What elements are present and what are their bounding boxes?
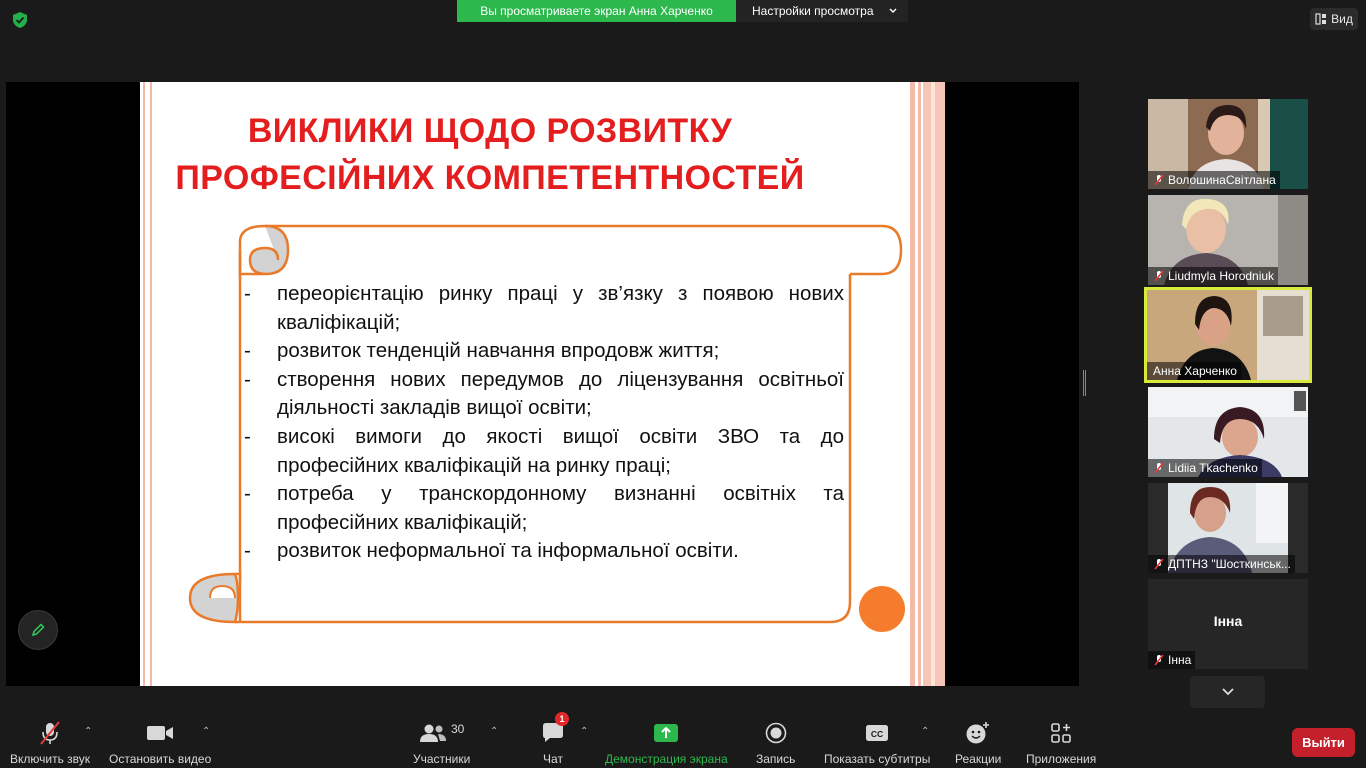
record-label: Запись — [756, 752, 796, 766]
record-button[interactable]: Запись — [756, 720, 795, 766]
video-options-caret-icon[interactable]: ⌃ — [202, 726, 210, 737]
panel-resize-handle[interactable] — [1083, 370, 1086, 396]
chevron-down-icon — [1221, 688, 1234, 696]
presentation-slide: ВИКЛИКИ ЩОДО РОЗВИТКУ ПРОФЕСІЙНИХ КОМПЕТ… — [140, 82, 945, 686]
view-options-label: Настройки просмотра — [752, 4, 874, 18]
slide-title-line2: ПРОФЕСІЙНИХ КОМПЕТЕНТНОСТЕЙ — [175, 159, 805, 197]
apps-button[interactable]: Приложения — [1026, 720, 1096, 766]
reactions-smiley-icon — [966, 722, 990, 744]
apps-label: Приложения — [1026, 752, 1097, 766]
mic-muted-icon — [1154, 174, 1164, 186]
participants-count: 30 — [450, 722, 465, 736]
mic-muted-icon — [40, 721, 60, 745]
participant-caption: ДПТНЗ "Шосткинськ... — [1148, 555, 1295, 573]
participant-name: Інна — [1168, 653, 1192, 667]
grid-view-icon — [1315, 13, 1327, 25]
bullet-text: переорієнтацію ринку праці у зв’язку з п… — [277, 282, 844, 334]
participant-caption: Liudmyla Horodniuk — [1148, 267, 1279, 285]
participant-caption: Lidiia Tkachenko — [1148, 459, 1262, 477]
participant-name: ДПТНЗ "Шосткинськ... — [1168, 557, 1291, 571]
video-camera-icon — [147, 726, 174, 740]
chat-options-caret-icon[interactable]: ⌃ — [580, 726, 588, 737]
bullet-text: розвиток неформальної та інформальної ос… — [277, 539, 739, 563]
participant-display-name: Інна — [1213, 613, 1243, 629]
list-item: - переорієнтацію ринку праці у зв’язку з… — [244, 280, 844, 337]
stop-video-button[interactable]: Остановить видео — [109, 720, 211, 766]
slide-title-line1: ВИКЛИКИ ЩОДО РОЗВИТКУ — [247, 112, 733, 150]
video-tile-no-video[interactable]: Інна Інна — [1148, 579, 1308, 669]
participant-caption: ВолошинаСвітлана — [1148, 171, 1280, 189]
video-tile[interactable]: ДПТНЗ "Шосткинськ... — [1148, 483, 1308, 573]
participant-name: Liudmyla Horodniuk — [1168, 269, 1275, 283]
bullet-text: високі вимоги до якості вищої освіти ЗВО… — [277, 424, 844, 477]
pencil-icon — [31, 623, 45, 637]
participants-label: Участники — [413, 752, 471, 766]
top-bar: Вы просматриваете экран Анна Харченко На… — [0, 0, 1366, 40]
reactions-label: Реакции — [955, 752, 1002, 766]
bullet-text: потреба у транскордонному визнанні освіт… — [277, 482, 844, 534]
chat-unread-badge: 1 — [555, 712, 569, 726]
record-icon — [765, 722, 786, 744]
bullet-text: створення нових передумов до ліцензуванн… — [277, 367, 844, 420]
chat-button[interactable]: 1 Чат — [541, 712, 569, 766]
bullet-text: розвиток тенденцій навчання впродовж жит… — [277, 339, 720, 363]
captions-options-caret-icon[interactable]: ⌃ — [921, 726, 929, 737]
list-item: - створення нових передумов до ліцензува… — [244, 366, 844, 423]
closed-captions-icon: CC — [866, 725, 889, 741]
slide-bullet-list: - переорієнтацію ринку праці у зв’язку з… — [244, 280, 844, 566]
participant-name: ВолошинаСвітлана — [1168, 173, 1276, 187]
participant-caption: Інна — [1148, 651, 1196, 669]
slide-title: ВИКЛИКИ ЩОДО РОЗВИТКУ ПРОФЕСІЙНИХ КОМПЕТ… — [140, 108, 840, 202]
unmute-button[interactable]: Включить звук — [10, 720, 90, 766]
video-tile[interactable]: Lidiia Tkachenko — [1148, 387, 1308, 477]
share-screen-icon — [654, 724, 679, 742]
view-options-dropdown[interactable]: Настройки просмотра — [736, 0, 908, 22]
list-item: - високі вимоги до якості вищої освіти З… — [244, 423, 844, 480]
participants-button[interactable]: 30 Участники — [413, 720, 470, 766]
video-tile-active-speaker[interactable]: Анна Харченко — [1144, 287, 1312, 383]
unmute-label: Включить звук — [10, 752, 91, 766]
participant-name: Анна Харченко — [1153, 364, 1237, 378]
security-shield-icon[interactable] — [11, 11, 29, 29]
stop-video-label: Остановить видео — [109, 752, 212, 766]
shared-screen-area: ВИКЛИКИ ЩОДО РОЗВИТКУ ПРОФЕСІЙНИХ КОМПЕТ… — [6, 82, 1079, 686]
svg-text:CC: CC — [871, 729, 883, 739]
list-item: - розвиток тенденцій навчання впродовж ж… — [244, 337, 844, 366]
audio-options-caret-icon[interactable]: ⌃ — [84, 726, 92, 737]
meeting-toolbar: Включить звук ⌃ Остановить видео ⌃ 30 Уч… — [0, 708, 1366, 768]
screen-share-banner: Вы просматриваете экран Анна Харченко На… — [457, 0, 908, 22]
leave-meeting-button[interactable]: Выйти — [1292, 728, 1355, 757]
share-screen-button[interactable]: Демонстрация экрана — [605, 720, 728, 766]
participant-name: Lidiia Tkachenko — [1168, 461, 1258, 475]
show-captions-label: Показать субтитры — [824, 752, 931, 766]
view-button-label: Вид — [1331, 12, 1353, 26]
list-item: - потреба у транскордонному визнанні осв… — [244, 480, 844, 537]
reactions-button[interactable]: Реакции — [955, 720, 1001, 766]
chat-label: Чат — [543, 752, 563, 766]
mic-muted-icon — [1154, 270, 1164, 282]
share-screen-label: Демонстрация экрана — [605, 752, 728, 766]
share-status-text: Вы просматриваете экран Анна Харченко — [457, 0, 736, 22]
participants-options-caret-icon[interactable]: ⌃ — [490, 726, 498, 737]
view-button[interactable]: Вид — [1310, 8, 1358, 30]
show-captions-button[interactable]: CC Показать субтитры — [824, 720, 930, 766]
participants-icon — [419, 724, 446, 742]
mic-muted-icon — [1154, 654, 1164, 666]
more-participants-button[interactable] — [1190, 676, 1265, 708]
mic-muted-icon — [1154, 558, 1164, 570]
chevron-down-icon — [889, 8, 897, 13]
participant-caption: Анна Харченко — [1147, 362, 1241, 380]
apps-icon — [1051, 723, 1071, 743]
annotate-button[interactable] — [18, 610, 58, 650]
video-tile[interactable]: ВолошинаСвітлана — [1148, 99, 1308, 189]
list-item: - розвиток неформальної та інформальної … — [244, 537, 844, 566]
video-tile[interactable]: Liudmyla Horodniuk — [1148, 195, 1308, 285]
mic-muted-icon — [1154, 462, 1164, 474]
